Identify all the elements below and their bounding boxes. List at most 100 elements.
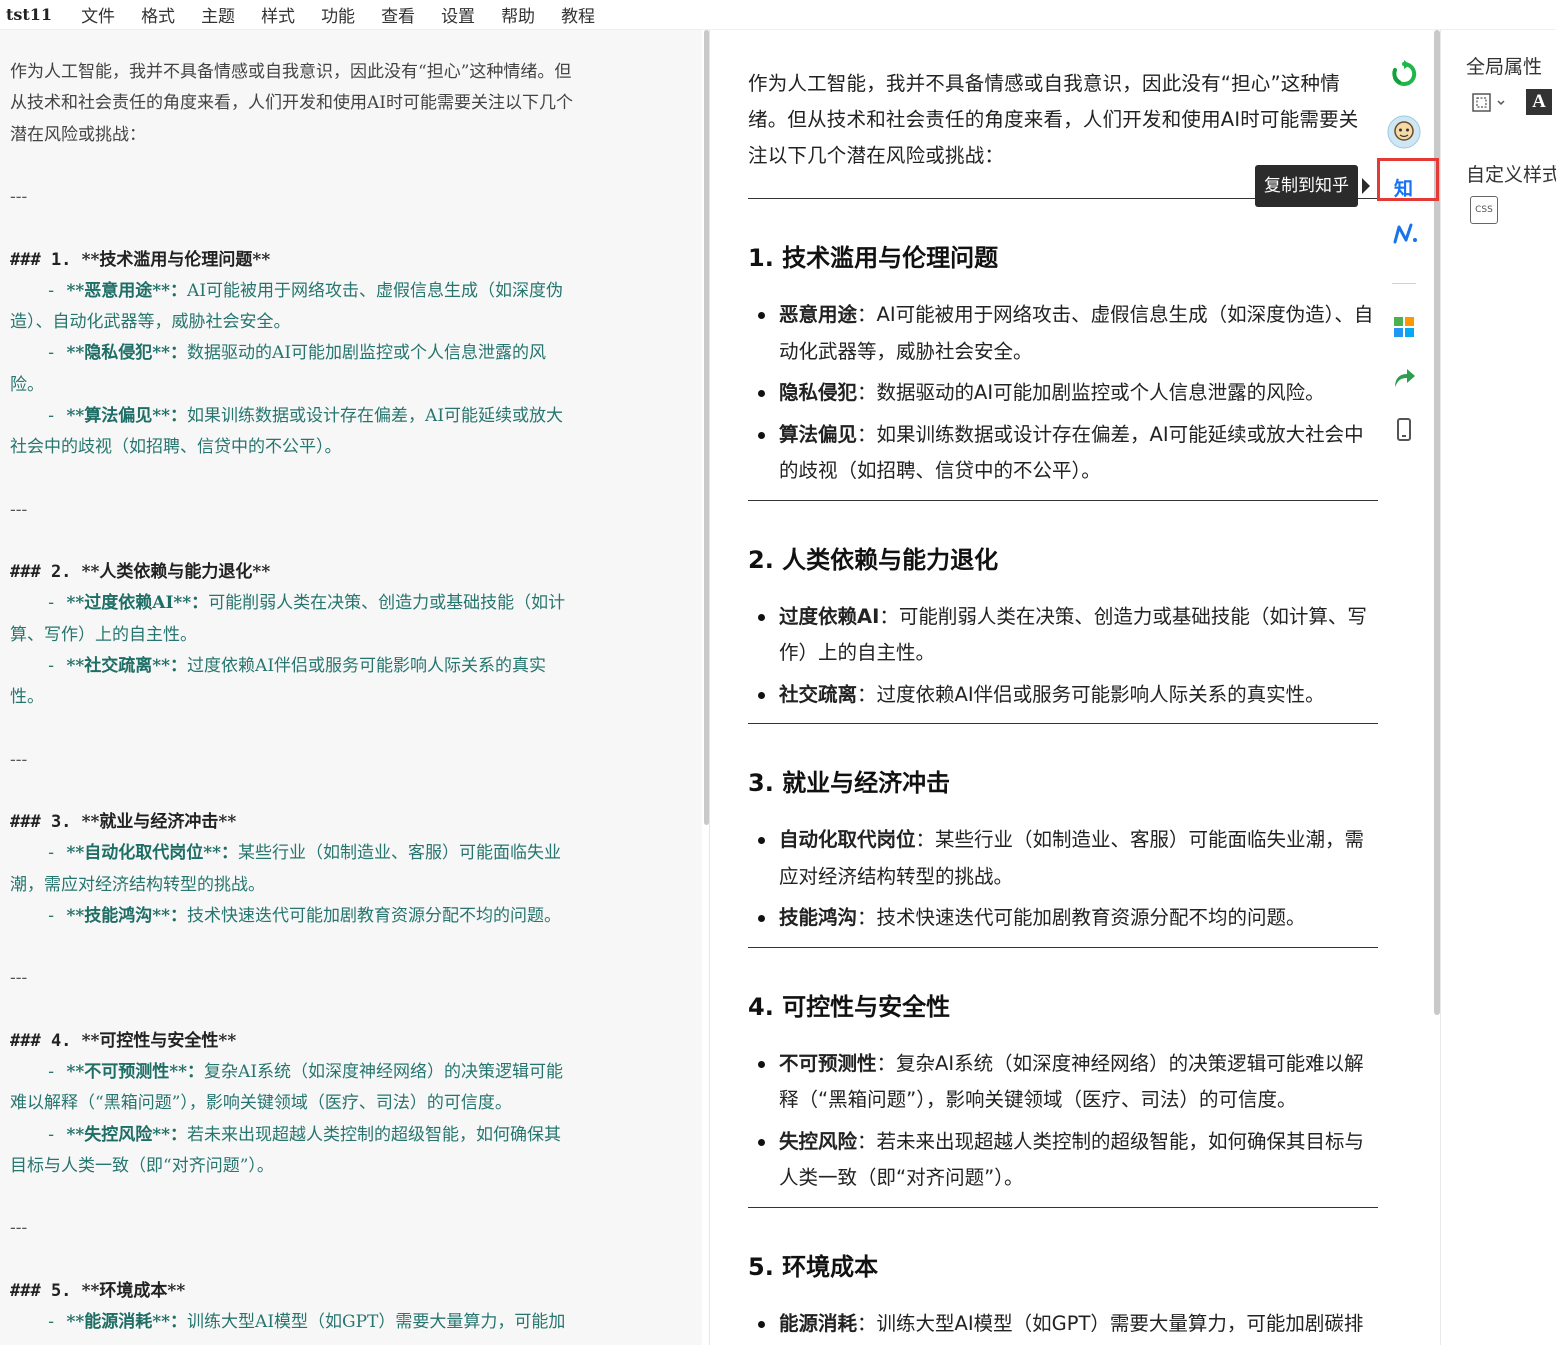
custom-style-label: 自定义样式 <box>1466 164 1556 186</box>
list-marker: - <box>46 1124 67 1145</box>
list-marker: - <box>46 343 67 364</box>
settings-panel <box>1440 30 1556 1345</box>
editor-list-continuation[interactable]: 难以解释（“黑箱问题”），影响关键领域（医疗、司法）的可信度。 <box>10 1088 680 1119</box>
menu-file[interactable]: 文件 <box>68 2 128 27</box>
preview-item-text: ：过度依赖AI伴侣或服务可能影响人际关系的真实性。 <box>857 682 1325 706</box>
editor-list-continuation[interactable]: 险。 <box>10 370 680 401</box>
menu-function[interactable]: 功能 <box>308 2 368 27</box>
editor-list-line[interactable]: - **过度依赖AI**：可能削弱人类在决策、创造力或基础技能（如计 <box>10 588 680 619</box>
heading-text: **技术滥用与伦理问题** <box>81 249 271 270</box>
list-strong-text: **算法偏见**： <box>66 405 188 426</box>
editor-hr-line[interactable]: --- <box>10 182 680 213</box>
menu-view[interactable]: 查看 <box>368 2 428 27</box>
editor-content[interactable]: 作为人工智能，我并不具备情感或自我意识，因此没有“担心”这种情绪。但 从技术和社会… <box>10 57 680 1338</box>
preview-list-item: 隐私侵犯：数据驱动的AI可能加剧监控或个人信息泄露的风险。 <box>758 375 1378 412</box>
editor-list-continuation[interactable]: 社会中的歧视（如招聘、信贷中的不公平）。 <box>10 432 680 463</box>
layout-dropdown-icon[interactable] <box>1470 88 1510 118</box>
preview-section-heading: 5. 环境成本 <box>748 1252 879 1281</box>
preview-item-strong: 技能鸿沟 <box>779 906 858 929</box>
editor-list-line[interactable]: - **技能鸿沟**：技术快速迭代可能加剧教育资源分配不均的问题。 <box>10 901 680 932</box>
heading-marker: ### 1. <box>10 249 82 270</box>
preview-item-strong: 失控风险 <box>779 1129 858 1153</box>
editor-blank-line[interactable] <box>10 995 680 1026</box>
editor-list-continuation[interactable]: 算、写作）上的自主性。 <box>10 620 680 651</box>
editor-list-line[interactable]: - **恶意用途**：AI可能被用于网络攻击、虚假信息生成（如深度伪 <box>10 276 680 307</box>
menu-help[interactable]: 帮助 <box>488 2 548 27</box>
editor-heading-line[interactable]: ### 3. **就业与经济冲击** <box>10 807 680 838</box>
share-arrow-icon[interactable] <box>1389 363 1419 393</box>
editor-list-continuation[interactable]: 目标与人类一致（即“对齐问题”）。 <box>10 1151 680 1182</box>
heading-text: **可控性与安全性** <box>81 1030 237 1051</box>
zhihu-icon[interactable]: 知 <box>1394 174 1413 201</box>
menu-theme[interactable]: 主题 <box>188 2 248 27</box>
editor-blank-line[interactable] <box>10 1182 680 1213</box>
menu-settings[interactable]: 设置 <box>428 2 488 27</box>
editor-list-line[interactable]: - **自动化取代岗位**：某些行业（如制造业、客服）可能面临失业 <box>10 838 680 869</box>
menu-style[interactable]: 样式 <box>248 2 308 27</box>
preview-bullet-list: 能源消耗：训练大型AI模型（如GPT）需要大量算力，可能加剧碳排放和资源消耗。 <box>748 1306 1378 1345</box>
editor-text-line[interactable]: 从技术和社会责任的角度来看，人们开发和使用AI时可能需要关注以下几个 <box>10 88 680 119</box>
editor-hr-line[interactable]: --- <box>10 1213 680 1244</box>
editor-blank-line[interactable] <box>10 713 680 744</box>
editor-list-continuation[interactable]: 造）、自动化武器等，威胁社会安全。 <box>10 307 680 338</box>
editor-heading-line[interactable]: ### 5. **环境成本** <box>10 1276 680 1307</box>
list-text: 数据驱动的AI可能加剧监控或个人信息泄露的风 <box>187 343 547 364</box>
editor-blank-line[interactable] <box>10 213 680 244</box>
editor-list-line[interactable]: - **社交疏离**：过度依赖AI伴侣或服务可能影响人际关系的真实 <box>10 651 680 682</box>
preview-item-strong: 算法偏见 <box>779 422 858 446</box>
side-toolbar-divider <box>1392 283 1416 284</box>
menu-bar: tst11 文件 格式 主题 样式 功能 查看 设置 帮助 教程 <box>0 0 1556 30</box>
preview-bullet-list: 不可预测性：复杂AI系统（如深度神经网络）的决策逻辑可能难以解释（“黑箱问题”）… <box>748 1046 1378 1197</box>
list-text: 过度依赖AI伴侣或服务可能影响人际关系的真实 <box>187 655 547 676</box>
list-marker: - <box>46 655 67 676</box>
preview-sections: 1. 技术滥用与伦理问题 恶意用途：AI可能被用于网络攻击、虚假信息生成（如深度伪… <box>748 241 1378 1345</box>
editor-list-line[interactable]: - **失控风险**：若未来出现超越人类控制的超级智能，如何确保其 <box>10 1120 680 1151</box>
css-button[interactable]: CSS <box>1470 196 1498 224</box>
editor-text-line[interactable]: 潜在风险或挑战： <box>10 120 680 151</box>
list-strong-text: **失控风险**： <box>66 1124 188 1145</box>
markdown-editor[interactable]: 作为人工智能，我并不具备情感或自我意识，因此没有“担心”这种情绪。但 从技术和社会… <box>0 30 702 1345</box>
list-text: 如果训练数据或设计存在偏差，AI可能延续或放大 <box>187 405 564 426</box>
apps-grid-icon[interactable] <box>1389 312 1419 342</box>
editor-list-continuation[interactable]: 潮，需应对经济结构转型的挑战。 <box>10 870 680 901</box>
font-button[interactable]: A <box>1526 89 1552 115</box>
menu-format[interactable]: 格式 <box>128 2 188 27</box>
editor-text-line[interactable]: 作为人工智能，我并不具备情感或自我意识，因此没有“担心”这种情绪。但 <box>10 57 680 88</box>
editor-list-line[interactable]: - **不可预测性**：复杂AI系统（如深度神经网络）的决策逻辑可能 <box>10 1057 680 1088</box>
editor-blank-line[interactable] <box>10 776 680 807</box>
preview-item-strong: 不可预测性 <box>779 1051 877 1075</box>
editor-blank-line[interactable] <box>10 932 680 963</box>
preview-item-text: ：如果训练数据或设计存在偏差，AI可能延续或放大社会中的歧视（如招聘、信贷中的不… <box>779 422 1364 483</box>
mobile-preview-icon[interactable] <box>1389 415 1419 445</box>
editor-list-line[interactable]: - **能源消耗**：训练大型AI模型（如GPT）需要大量算力，可能加 <box>10 1307 680 1338</box>
preview-list-item: 算法偏见：如果训练数据或设计存在偏差，AI可能延续或放大社会中的歧视（如招聘、信… <box>758 417 1378 490</box>
editor-hr-line[interactable]: --- <box>10 745 680 776</box>
bilibili-avatar-icon[interactable] <box>1386 114 1422 150</box>
preview-hr <box>748 723 1378 724</box>
preview-item-text: ：技术快速迭代可能加剧教育资源分配不均的问题。 <box>857 906 1306 929</box>
list-marker: - <box>46 1312 67 1332</box>
editor-heading-line[interactable]: ### 2. **人类依赖与能力退化** <box>10 557 680 588</box>
preview-item-text: ：若未来出现超越人类控制的超级智能，如何确保其目标与人类一致（即“对齐问题”）。 <box>779 1129 1365 1190</box>
editor-list-line[interactable]: - **隐私侵犯**：数据驱动的AI可能加剧监控或个人信息泄露的风 <box>10 338 680 369</box>
notion-icon[interactable] <box>1390 219 1420 249</box>
tooltip-arrow <box>1362 178 1370 194</box>
wechat-copy-icon[interactable] <box>1389 59 1419 89</box>
preview-hr <box>748 499 1378 501</box>
editor-blank-line[interactable] <box>10 1245 680 1276</box>
preview-item-text: ：数据驱动的AI可能加剧监控或个人信息泄露的风险。 <box>857 381 1325 404</box>
list-strong-text: **社交疏离**： <box>66 655 188 676</box>
editor-blank-line[interactable] <box>10 463 680 494</box>
editor-list-line[interactable]: - **算法偏见**：如果训练数据或设计存在偏差，AI可能延续或放大 <box>10 401 680 432</box>
editor-blank-line[interactable] <box>10 526 680 557</box>
editor-blank-line[interactable] <box>10 151 680 182</box>
preview-item-strong: 恶意用途 <box>779 303 858 326</box>
list-strong-text: **恶意用途**： <box>66 280 188 301</box>
menu-tutorial[interactable]: 教程 <box>548 2 608 27</box>
editor-hr-line[interactable]: --- <box>10 963 680 994</box>
editor-list-continuation[interactable]: 性。 <box>10 682 680 713</box>
editor-heading-line[interactable]: ### 4. **可控性与安全性** <box>10 1026 680 1057</box>
editor-hr-line[interactable]: --- <box>10 495 680 526</box>
editor-heading-line[interactable]: ### 1. **技术滥用与伦理问题** <box>10 245 680 276</box>
preview-section-heading: 4. 可控性与安全性 <box>748 992 951 1021</box>
